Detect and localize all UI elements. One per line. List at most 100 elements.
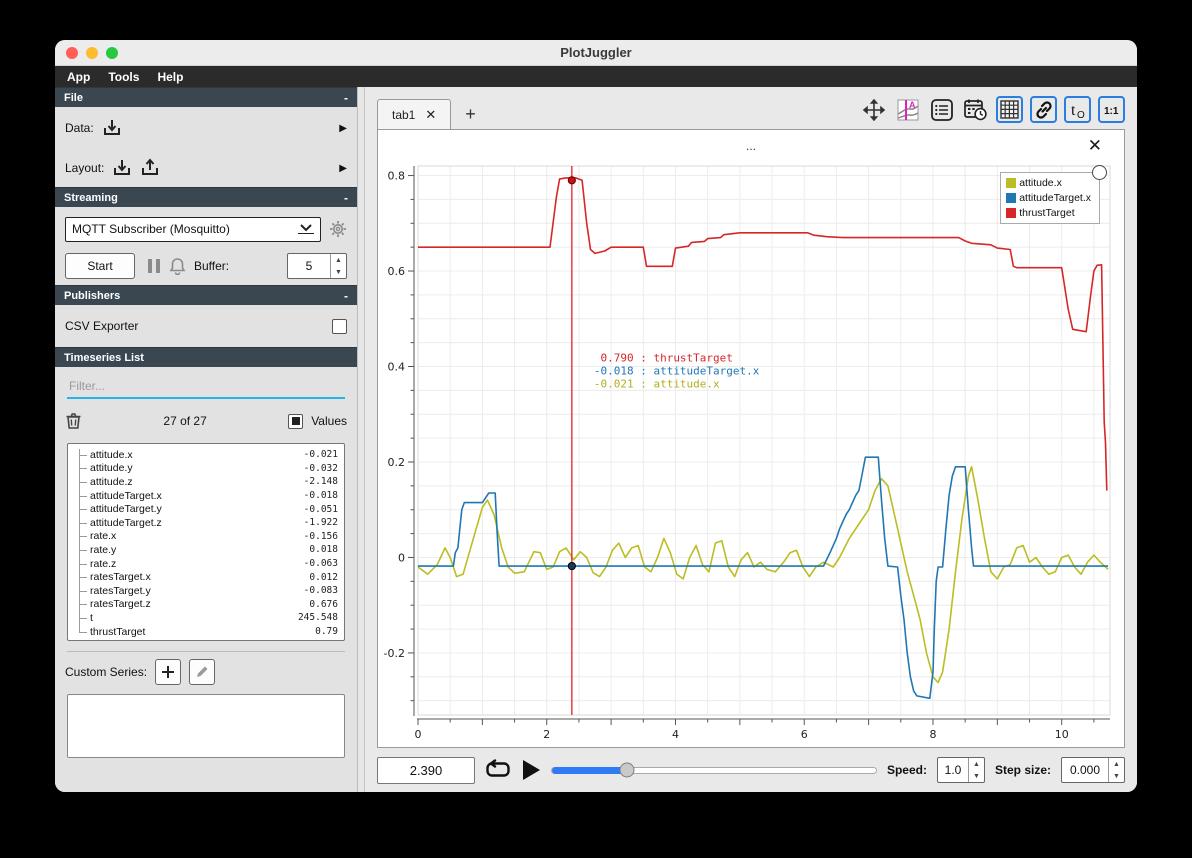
timeseries-row[interactable]: thrustTarget 0.79: [68, 625, 338, 639]
timeseries-row[interactable]: attitude.z -2.148: [68, 475, 338, 489]
data-expand-arrow[interactable]: ▶: [339, 123, 347, 134]
publishers-section-header[interactable]: Publishers -: [55, 285, 357, 305]
series-name[interactable]: thrustTarget: [90, 626, 145, 638]
timeseries-row[interactable]: rate.x -0.156: [68, 530, 338, 544]
timeseries-row[interactable]: attitude.x -0.021: [68, 448, 338, 462]
curve-list-icon[interactable]: [928, 96, 955, 123]
move-tool-icon[interactable]: [860, 96, 887, 123]
t0-time-offset-icon[interactable]: tO: [1064, 96, 1091, 123]
legend-swatch-attitudetarget-x: [1006, 193, 1017, 203]
series-value: -1.922: [303, 517, 338, 529]
timeline-slider[interactable]: [551, 762, 877, 778]
menu-tools[interactable]: Tools: [108, 70, 139, 84]
timeseries-row[interactable]: attitudeTarget.x -0.018: [68, 489, 338, 503]
series-name[interactable]: rate.z: [90, 558, 116, 570]
series-name[interactable]: attitude.y: [90, 462, 133, 474]
timeseries-row[interactable]: ratesTarget.y -0.083: [68, 584, 338, 598]
load-data-icon[interactable]: [102, 118, 122, 138]
timeseries-row[interactable]: ratesTarget.x 0.012: [68, 570, 338, 584]
menu-app[interactable]: App: [67, 70, 90, 84]
series-name[interactable]: ratesTarget.x: [90, 571, 151, 583]
values-checkbox[interactable]: [288, 413, 304, 429]
series-name[interactable]: t: [90, 612, 93, 624]
series-name[interactable]: attitudeTarget.y: [90, 503, 162, 515]
load-layout-icon[interactable]: [112, 158, 132, 178]
custom-series-list[interactable]: [67, 694, 345, 758]
filter-input[interactable]: [67, 375, 345, 397]
tab-close-icon[interactable]: ✕: [425, 107, 436, 123]
add-tab-button[interactable]: +: [465, 104, 476, 125]
legend-entry[interactable]: attitudeTarget.x: [1006, 192, 1091, 204]
speed-up-arrow[interactable]: ▲: [969, 758, 984, 770]
timeseries-list: attitude.x -0.021 attitude.y -0.032 attitu…: [67, 443, 345, 641]
datetime-icon[interactable]: [962, 96, 989, 123]
series-name[interactable]: attitude.z: [90, 476, 133, 488]
speed-spinbox[interactable]: 1.0 ▲ ▼: [936, 757, 985, 783]
svg-text:-0.018 : attitudeTarget.x: -0.018 : attitudeTarget.x: [594, 365, 760, 378]
file-section-header[interactable]: File -: [55, 87, 357, 107]
window-title: PlotJuggler: [560, 45, 632, 60]
streaming-collapse-icon[interactable]: -: [344, 191, 348, 205]
timeseries-row[interactable]: attitudeTarget.z -1.922: [68, 516, 338, 530]
buffer-down-arrow[interactable]: ▼: [331, 266, 346, 278]
series-name[interactable]: attitude.x: [90, 449, 133, 461]
buffer-spinbox[interactable]: 5 ▲ ▼: [287, 253, 347, 279]
edit-custom-series-button[interactable]: [189, 659, 216, 685]
plot-close-icon[interactable]: ✕: [1088, 136, 1102, 156]
series-name[interactable]: attitudeTarget.z: [90, 517, 162, 529]
step-up-arrow[interactable]: ▲: [1109, 758, 1124, 770]
step-down-arrow[interactable]: ▼: [1109, 770, 1124, 782]
publishers-collapse-icon[interactable]: -: [344, 289, 348, 303]
legend-label: attitude.x: [1019, 177, 1062, 189]
csv-exporter-checkbox[interactable]: [332, 318, 347, 334]
plot-chart[interactable]: 0 2 4 6 8 10 0.8 0.6 0.4 0.2 0 -0.2 0.790 : thrustT…: [378, 160, 1124, 747]
series-name[interactable]: ratesTarget.y: [90, 585, 151, 597]
timeseries-row[interactable]: ratesTarget.z 0.676: [68, 598, 338, 612]
series-name[interactable]: attitudeTarget.x: [90, 490, 162, 502]
streaming-source-select[interactable]: MQTT Subscriber (Mosquitto): [65, 216, 321, 242]
sidebar-splitter[interactable]: [358, 87, 365, 792]
notification-bell-icon[interactable]: [169, 257, 186, 275]
file-collapse-icon[interactable]: -: [344, 91, 348, 105]
timeseries-row[interactable]: rate.y 0.018: [68, 543, 338, 557]
plot-title[interactable]: ...: [378, 139, 1124, 153]
values-label: Values: [311, 414, 347, 428]
loop-icon[interactable]: [485, 759, 511, 781]
transport-bar: 2.390 Speed: 1.0 ▲ ▼ Step size: 0.000 ▲ …: [365, 748, 1137, 792]
tab-tab1[interactable]: tab1 ✕: [377, 99, 452, 129]
timeseries-row[interactable]: t 245.548: [68, 611, 338, 625]
timeseries-row[interactable]: attitude.y -0.032: [68, 462, 338, 476]
grid-layout-icon[interactable]: [996, 96, 1023, 123]
slider-handle[interactable]: [619, 762, 634, 778]
add-custom-series-button[interactable]: [155, 659, 182, 685]
save-layout-icon[interactable]: [140, 158, 160, 178]
plot-legend[interactable]: attitude.x attitudeTarget.x thrustTarget: [1000, 165, 1107, 224]
link-axes-icon[interactable]: [1030, 96, 1057, 123]
layout-expand-arrow[interactable]: ▶: [339, 163, 347, 174]
series-value: 245.548: [297, 612, 338, 624]
timeseries-section-header[interactable]: Timeseries List: [55, 347, 357, 367]
streaming-section-header[interactable]: Streaming -: [55, 187, 357, 207]
tracker-style-icon[interactable]: A: [894, 96, 921, 123]
series-name[interactable]: rate.x: [90, 530, 116, 542]
plot-canvas[interactable]: 0 2 4 6 8 10 0.8 0.6 0.4 0.2 0 -0.2 0.790 : thrustT…: [378, 160, 1124, 747]
series-name[interactable]: rate.y: [90, 544, 116, 556]
series-name[interactable]: ratesTarget.z: [90, 598, 151, 610]
ratio-1to1-icon[interactable]: 1:1: [1098, 96, 1125, 123]
legend-handle[interactable]: [1092, 165, 1107, 180]
menu-help[interactable]: Help: [157, 70, 183, 84]
legend-entry[interactable]: thrustTarget: [1006, 207, 1091, 219]
legend-swatch-attitude-x: [1006, 178, 1017, 188]
legend-entry[interactable]: attitude.x: [1006, 177, 1091, 189]
buffer-up-arrow[interactable]: ▲: [331, 254, 346, 266]
current-time-display[interactable]: 2.390: [377, 756, 475, 784]
timeseries-row[interactable]: rate.z -0.063: [68, 557, 338, 571]
step-size-spinbox[interactable]: 0.000 ▲ ▼: [1061, 757, 1125, 783]
timeseries-row[interactable]: attitudeTarget.y -0.051: [68, 502, 338, 516]
streaming-settings-gear-icon[interactable]: [329, 220, 347, 238]
play-button[interactable]: [521, 759, 541, 781]
speed-down-arrow[interactable]: ▼: [969, 770, 984, 782]
start-button[interactable]: Start: [65, 253, 135, 279]
trash-icon[interactable]: [65, 412, 82, 430]
pause-icon[interactable]: [147, 258, 161, 274]
